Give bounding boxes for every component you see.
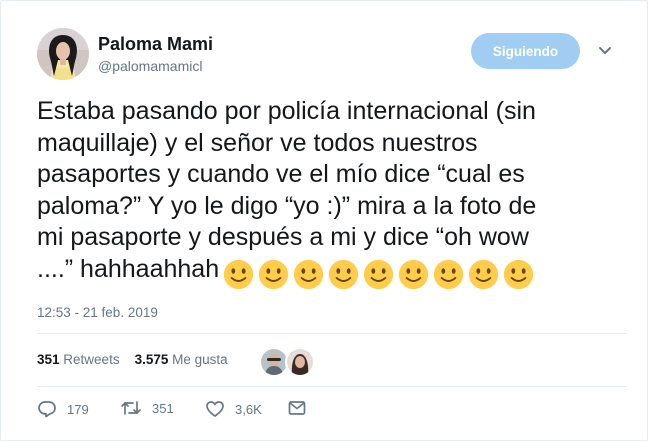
user-handle[interactable]: @palomamamicl bbox=[98, 58, 202, 74]
retweet-icon bbox=[121, 401, 141, 415]
slightly-smiling-face-icon bbox=[363, 259, 394, 289]
direct-message-button[interactable] bbox=[288, 400, 316, 416]
retweets-label[interactable]: Retweets bbox=[63, 352, 119, 367]
engagement-stats: 351 Retweets 3.575 Me gusta bbox=[37, 352, 228, 367]
divider bbox=[37, 333, 627, 334]
slightly-smiling-face-icon bbox=[328, 259, 359, 289]
retweet-count: 351 bbox=[152, 400, 174, 416]
tweet-line: ....” hahhaahhah bbox=[37, 254, 220, 283]
envelope-icon bbox=[288, 401, 306, 415]
tweet-line: maquillaje) y el señor ve todos nuestros bbox=[37, 128, 478, 157]
divider bbox=[37, 386, 627, 387]
slightly-smiling-face-icon bbox=[468, 259, 499, 289]
tweet-timestamp[interactable]: 12:53 - 21 feb. 2019 bbox=[37, 305, 158, 320]
reply-icon bbox=[38, 401, 56, 418]
slightly-smiling-face-icon bbox=[293, 259, 324, 289]
likes-label[interactable]: Me gusta bbox=[172, 352, 228, 367]
retweets-count[interactable]: 351 bbox=[37, 352, 60, 367]
avatar[interactable] bbox=[37, 28, 89, 80]
slightly-smiling-face-icon bbox=[223, 259, 254, 289]
slightly-smiling-face-icon bbox=[503, 259, 534, 289]
retweet-button[interactable]: 351 bbox=[120, 400, 174, 416]
like-button[interactable]: 3,6K bbox=[205, 400, 262, 418]
like-count: 3,6K bbox=[235, 401, 262, 417]
slightly-smiling-face-icon bbox=[398, 259, 429, 289]
heart-icon bbox=[206, 401, 224, 417]
tweet-text: Estaba pasando por policía internacional… bbox=[37, 96, 627, 290]
reply-count: 179 bbox=[67, 401, 89, 417]
reply-button[interactable]: 179 bbox=[37, 400, 89, 418]
user-name[interactable]: Paloma Mami bbox=[98, 34, 213, 55]
tweet-line: mi pasaporte y después a mi y dice “oh w… bbox=[37, 223, 529, 251]
slightly-smiling-face-icon bbox=[258, 259, 289, 289]
tweet-line: pasaportes y cuando ve el mío dice “cual… bbox=[37, 160, 525, 188]
liker-avatar[interactable] bbox=[285, 347, 315, 377]
chevron-down-icon[interactable] bbox=[598, 46, 612, 56]
slightly-smiling-face-icon bbox=[433, 259, 464, 289]
tweet-line: paloma?” Y yo le digo “yo :)” mira a la … bbox=[37, 191, 537, 220]
following-button[interactable]: Siguiendo bbox=[471, 33, 580, 69]
tweet-header: Paloma Mami @palomamamicl Siguiendo bbox=[0, 0, 650, 90]
likes-count[interactable]: 3.575 bbox=[135, 352, 169, 367]
emoji-row bbox=[223, 259, 538, 291]
tweet-line: Estaba pasando por policía internacional… bbox=[37, 97, 536, 125]
tweet-line-last: ....” hahhaahhah bbox=[37, 254, 627, 291]
